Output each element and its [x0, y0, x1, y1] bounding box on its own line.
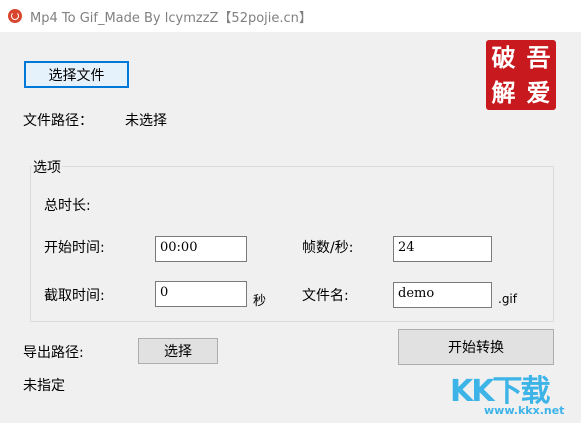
seal-char: 吾 — [526, 42, 551, 72]
seal-char: 解 — [491, 77, 516, 107]
clip-time-label: 截取时间: — [44, 288, 105, 304]
window-title: Mp4 To Gif_Made By lcymzzZ【52pojie.cn】 — [30, 11, 312, 26]
export-select-button[interactable]: 选择 — [138, 338, 218, 364]
start-time-label: 开始时间: — [44, 240, 105, 256]
seal-char: 爱 — [526, 77, 551, 107]
kkx-watermark-logo: KK下载 www.kkx.net — [446, 366, 576, 418]
start-convert-button[interactable]: 开始转换 — [398, 329, 554, 365]
fps-label: 帧数/秒: — [302, 240, 354, 256]
filename-input[interactable]: demo — [393, 282, 492, 308]
seconds-unit: 秒 — [253, 294, 267, 309]
select-file-button[interactable]: 选择文件 — [24, 61, 129, 88]
export-path-label: 导出路径: — [23, 345, 84, 361]
52pojie-seal-logo: 破 吾 解 爱 — [486, 40, 556, 110]
export-path-status: 未指定 — [23, 378, 65, 394]
app-icon — [8, 9, 22, 23]
total-duration-label: 总时长: — [44, 198, 91, 214]
start-time-input[interactable]: 00:00 — [155, 236, 247, 262]
filename-extension: .gif — [498, 292, 517, 306]
options-group-title: 选项 — [32, 157, 62, 177]
file-path-value: 未选择 — [125, 113, 167, 129]
file-path-label: 文件路径： — [23, 113, 93, 129]
clip-time-input[interactable]: 0 — [155, 281, 247, 307]
seal-char: 破 — [491, 42, 516, 72]
fps-input[interactable]: 24 — [393, 236, 492, 262]
watermark-url: www.kkx.net — [484, 404, 565, 417]
title-bar: Mp4 To Gif_Made By lcymzzZ【52pojie.cn】 — [0, 0, 581, 32]
filename-label: 文件名: — [302, 288, 349, 304]
